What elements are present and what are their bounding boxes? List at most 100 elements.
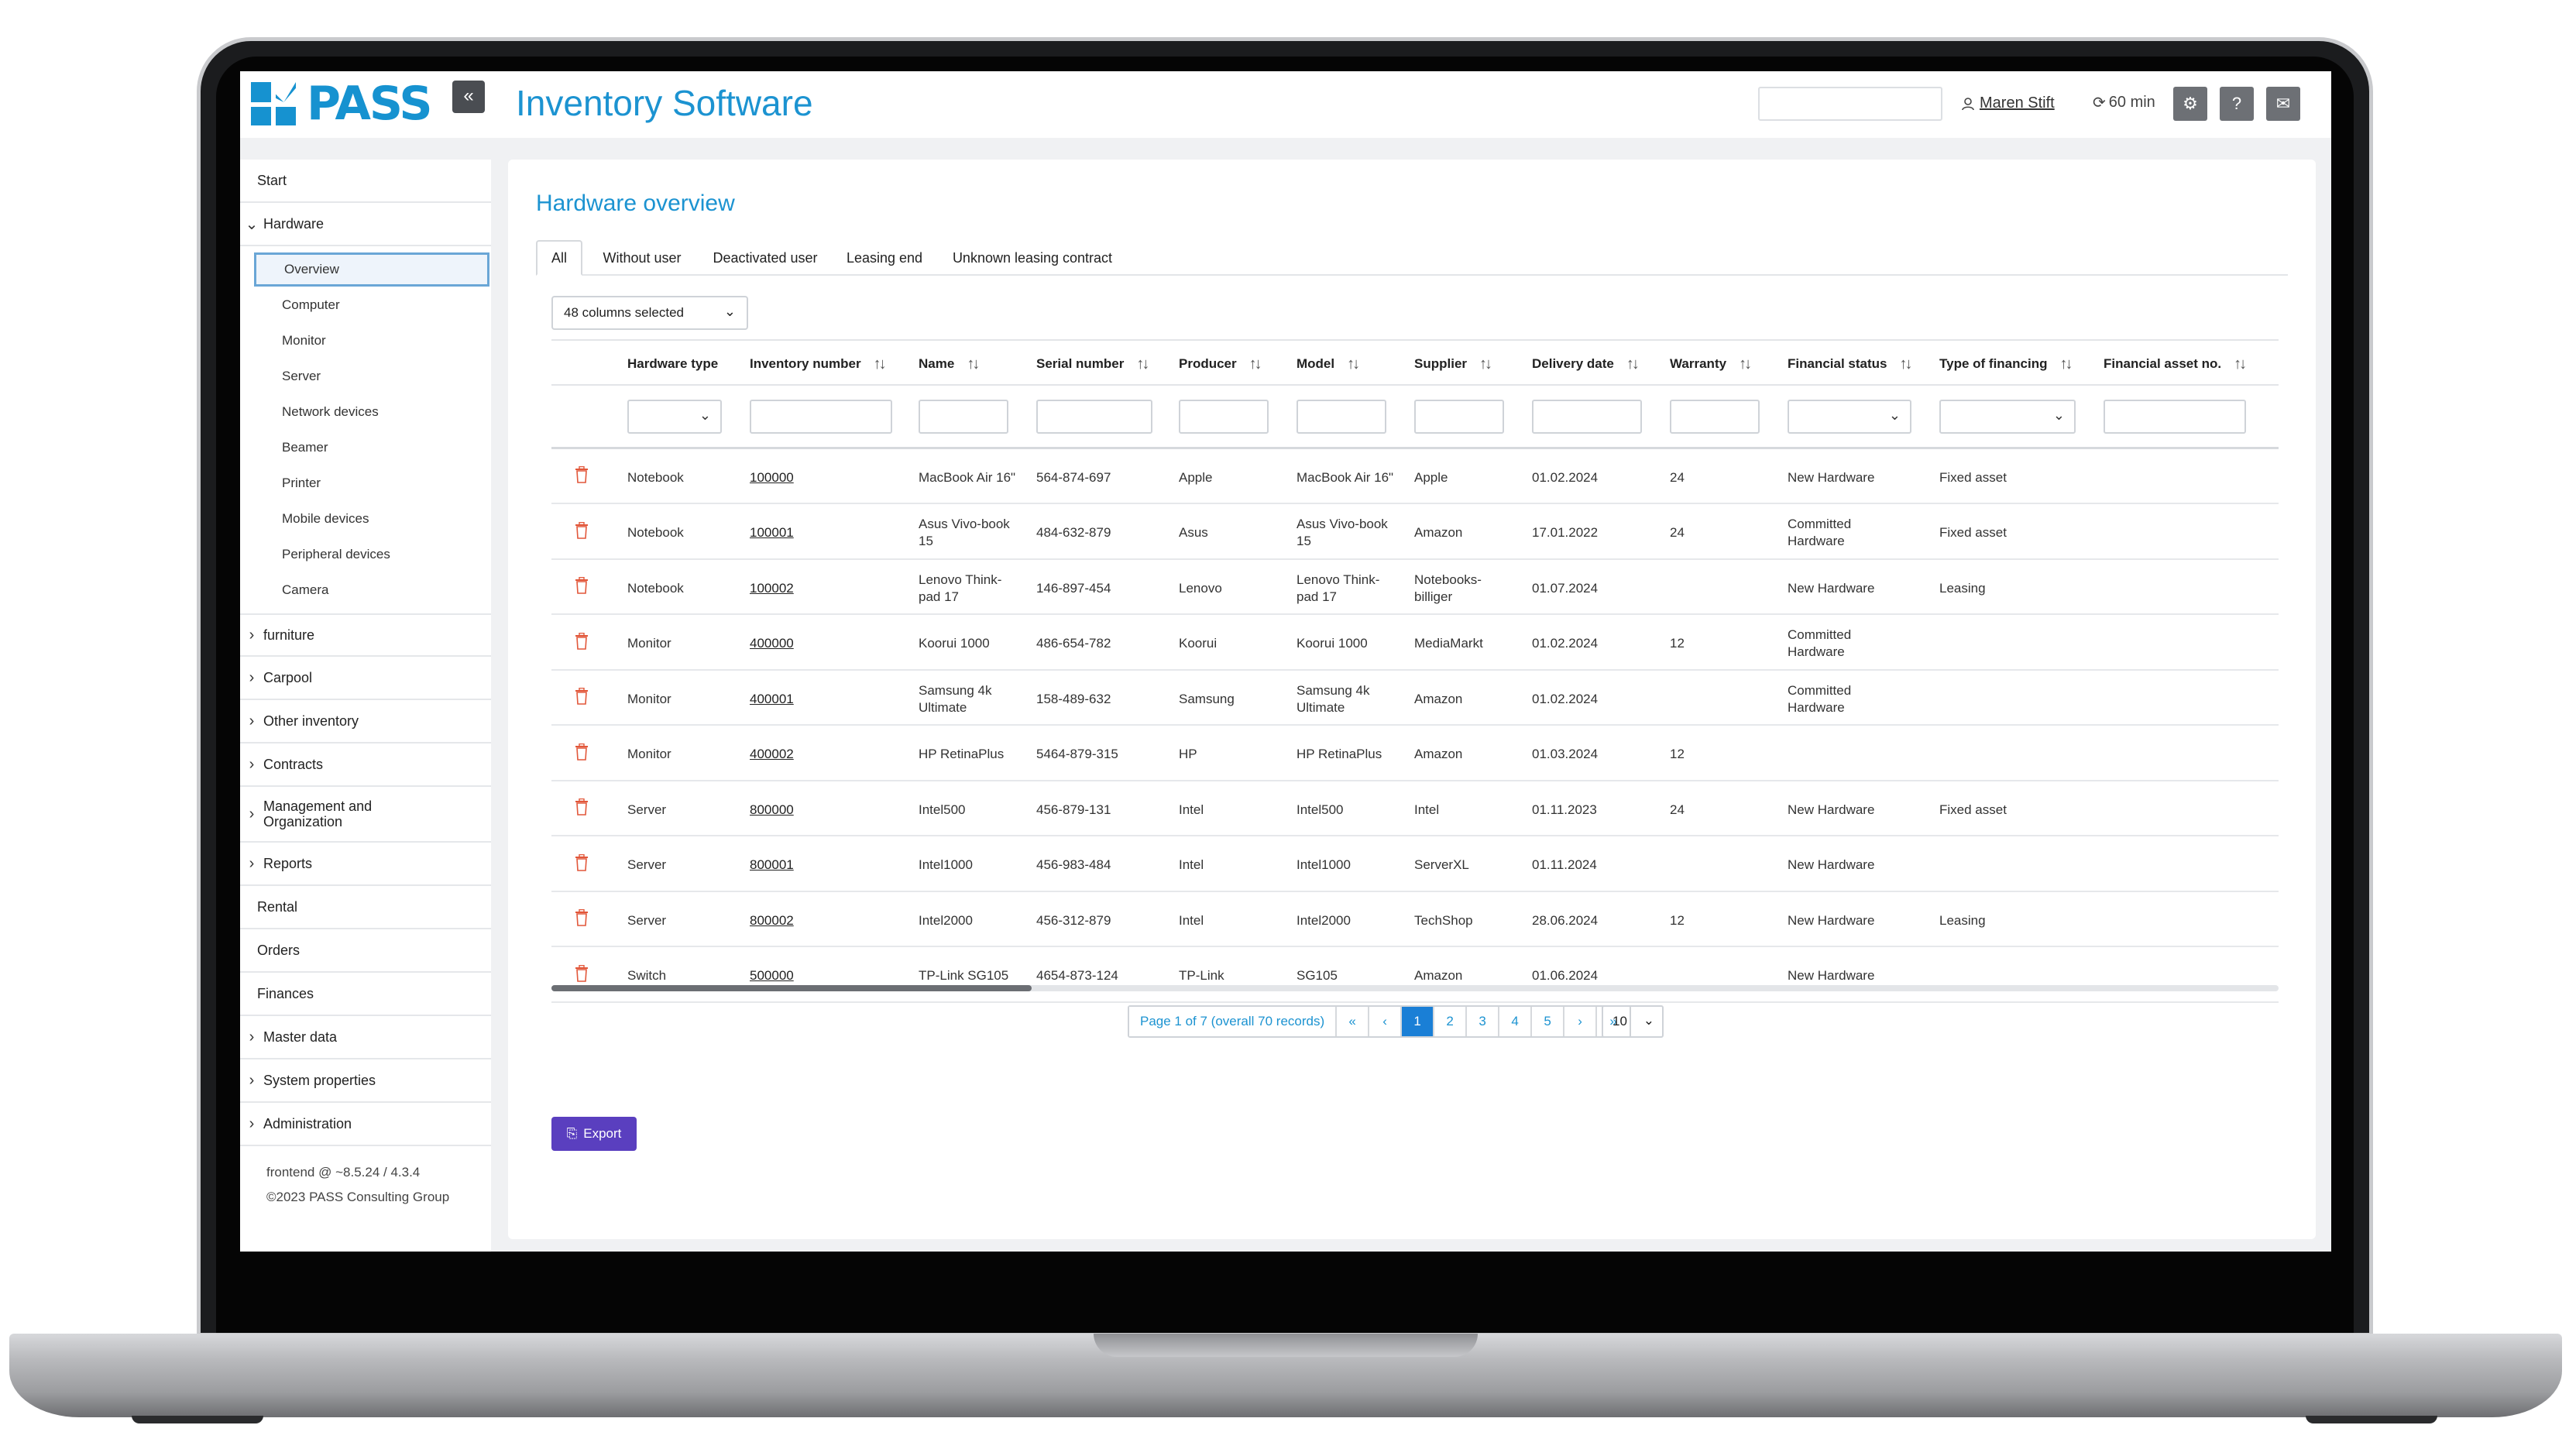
sort-icon[interactable]: ↑↓ xyxy=(1626,355,1640,373)
trash-icon[interactable] xyxy=(575,687,590,706)
trash-icon[interactable] xyxy=(575,465,590,485)
sidebar-item-start[interactable]: Start xyxy=(240,160,491,203)
column-header-warranty[interactable]: Warranty ↑↓ xyxy=(1670,341,1752,387)
horizontal-scrollbar[interactable] xyxy=(551,985,2279,991)
tab-all[interactable]: All xyxy=(536,240,582,276)
filter-producer[interactable] xyxy=(1179,400,1269,434)
sort-icon[interactable]: ↑↓ xyxy=(967,355,980,373)
trash-icon[interactable] xyxy=(575,798,590,817)
column-header-hardware-type[interactable]: Hardware type xyxy=(627,341,718,387)
sidebar-sub-mobile-devices[interactable]: Mobile devices xyxy=(254,502,489,536)
table-row[interactable]: Notebook 100002 Lenovo Think-pad 17 146-897… xyxy=(551,561,2279,615)
table-cell-inv[interactable]: 500000 xyxy=(750,949,905,1003)
user-link[interactable]: Maren Stift xyxy=(1961,94,2055,112)
sidebar-sub-printer[interactable]: Printer xyxy=(254,466,489,500)
column-header-inventory-number[interactable]: Inventory number ↑↓ xyxy=(750,341,887,387)
settings-button[interactable]: ⚙ xyxy=(2173,87,2207,121)
filter-warranty[interactable] xyxy=(1670,400,1760,434)
sidebar-item-administration[interactable]: › Administration xyxy=(240,1103,491,1146)
table-cell-inv[interactable]: 800000 xyxy=(750,783,905,836)
page-button-4[interactable]: 4 xyxy=(1499,1007,1533,1036)
sidebar-item-finances[interactable]: Finances xyxy=(240,973,491,1016)
messages-button[interactable]: ✉ xyxy=(2266,87,2300,121)
help-button[interactable]: ? xyxy=(2220,87,2254,121)
page-button-5[interactable]: 5 xyxy=(1532,1007,1565,1036)
pass-logo[interactable]: PASS xyxy=(251,77,437,131)
tab-unknown-leasing-contract[interactable]: Unknown leasing contract xyxy=(943,240,1121,276)
sidebar-sub-peripheral-devices[interactable]: Peripheral devices xyxy=(254,537,489,572)
header-search-input[interactable] xyxy=(1758,87,1942,121)
prev-page-button[interactable]: ‹ xyxy=(1369,1007,1403,1036)
export-button[interactable]: ⎘ Export xyxy=(551,1117,637,1151)
filter-model[interactable] xyxy=(1297,400,1386,434)
page-button-1[interactable]: 1 xyxy=(1402,1007,1435,1036)
trash-icon[interactable] xyxy=(575,908,590,928)
table-cell-inv[interactable]: 800001 xyxy=(750,839,905,892)
sidebar-sub-network-devices[interactable]: Network devices xyxy=(254,395,489,429)
table-row[interactable]: Switch 500000 TP-Link SG105 4654-873-124 TP-… xyxy=(551,949,2279,1003)
tab-deactivated-user[interactable]: Deactivated user xyxy=(703,240,827,276)
sidebar-item-system-properties[interactable]: › System properties xyxy=(240,1059,491,1103)
column-header-financial-status[interactable]: Financial status ↑↓ xyxy=(1788,341,1912,387)
table-row[interactable]: Monitor 400000 Koorui 1000 486-654-782 Kooru… xyxy=(551,617,2279,671)
table-cell-inv[interactable]: 400000 xyxy=(750,617,905,671)
sidebar-sub-computer[interactable]: Computer xyxy=(254,288,489,322)
column-header-producer[interactable]: Producer ↑↓ xyxy=(1179,341,1262,387)
table-cell-inv[interactable]: 100001 xyxy=(750,507,905,560)
next-page-button[interactable]: › xyxy=(1564,1007,1598,1036)
sidebar-sub-camera[interactable]: Camera xyxy=(254,573,489,607)
sidebar-item-furniture[interactable]: › furniture xyxy=(240,613,491,657)
filter-hardware-type-select[interactable]: ⌄ xyxy=(627,400,722,434)
column-header-model[interactable]: Model ↑↓ xyxy=(1297,341,1360,387)
trash-icon[interactable] xyxy=(575,632,590,651)
tab-leasing-end[interactable]: Leasing end xyxy=(838,240,931,276)
collapse-sidebar-button[interactable]: « xyxy=(452,81,485,113)
filter-delivery-date[interactable] xyxy=(1532,400,1642,434)
sort-icon[interactable]: ↑↓ xyxy=(874,355,887,373)
filter-type-of-financing-select[interactable]: ⌄ xyxy=(1939,400,2076,434)
filter-financial-status-select[interactable]: ⌄ xyxy=(1788,400,1911,434)
sort-icon[interactable]: ↑↓ xyxy=(1249,355,1262,373)
sort-icon[interactable]: ↑↓ xyxy=(1347,355,1360,373)
column-header-financial-asset-no[interactable]: Financial asset no. ↑↓ xyxy=(2104,341,2247,387)
sort-icon[interactable]: ↑↓ xyxy=(1899,355,1912,373)
table-cell-inv[interactable]: 800002 xyxy=(750,894,905,947)
table-row[interactable]: Notebook 100000 MacBook Air 16" 564-874-697… xyxy=(551,451,2279,504)
trash-icon[interactable] xyxy=(575,853,590,873)
filter-name[interactable] xyxy=(919,400,1008,434)
filter-supplier[interactable] xyxy=(1414,400,1504,434)
sidebar-item-hardware[interactable]: ⌄ Hardware xyxy=(240,203,491,246)
sidebar-item-orders[interactable]: Orders xyxy=(240,929,491,973)
page-button-3[interactable]: 3 xyxy=(1467,1007,1500,1036)
sidebar-item-rental[interactable]: Rental xyxy=(240,886,491,929)
sidebar-item-contracts[interactable]: › Contracts xyxy=(240,743,491,787)
tab-without-user[interactable]: Without user xyxy=(592,240,692,276)
table-row[interactable]: Notebook 100001 Asus Vivo-book 15 484-632-8… xyxy=(551,507,2279,560)
table-row[interactable]: Server 800000 Intel500 456-879-131 Intel Inte… xyxy=(551,783,2279,836)
filter-serial-number[interactable] xyxy=(1036,400,1152,434)
table-row[interactable]: Monitor 400002 HP RetinaPlus 5464-879-315 HP… xyxy=(551,728,2279,781)
sidebar-item-management[interactable]: › Management and Organization xyxy=(240,787,491,843)
table-cell-inv[interactable]: 400002 xyxy=(750,728,905,781)
sort-icon[interactable]: ↑↓ xyxy=(2059,355,2073,373)
scrollbar-thumb[interactable] xyxy=(551,985,1032,991)
column-header-supplier[interactable]: Supplier ↑↓ xyxy=(1414,341,1492,387)
trash-icon[interactable] xyxy=(575,576,590,596)
column-header-delivery-date[interactable]: Delivery date ↑↓ xyxy=(1532,341,1640,387)
sort-icon[interactable]: ↑↓ xyxy=(1479,355,1492,373)
filter-financial-asset-no[interactable] xyxy=(2104,400,2246,434)
table-cell-inv[interactable]: 100002 xyxy=(750,561,905,615)
first-page-button[interactable]: « xyxy=(1337,1007,1370,1036)
filter-inventory-number[interactable] xyxy=(750,400,892,434)
trash-icon[interactable] xyxy=(575,521,590,541)
sidebar-sub-overview[interactable]: Overview xyxy=(254,252,489,287)
page-size-select[interactable]: 10 ⌄ xyxy=(1602,1005,1664,1038)
column-header-serial-number[interactable]: Serial number ↑↓ xyxy=(1036,341,1149,387)
table-row[interactable]: Server 800001 Intel1000 456-983-484 Intel Int… xyxy=(551,839,2279,892)
table-row[interactable]: Server 800002 Intel2000 456-312-879 Intel Int… xyxy=(551,894,2279,947)
column-selector[interactable]: 48 columns selected ⌄ xyxy=(551,296,748,330)
sidebar-item-carpool[interactable]: › Carpool xyxy=(240,657,491,700)
sidebar-item-master-data[interactable]: › Master data xyxy=(240,1016,491,1059)
sidebar-item-other-inventory[interactable]: › Other inventory xyxy=(240,700,491,743)
trash-icon[interactable] xyxy=(575,964,590,984)
